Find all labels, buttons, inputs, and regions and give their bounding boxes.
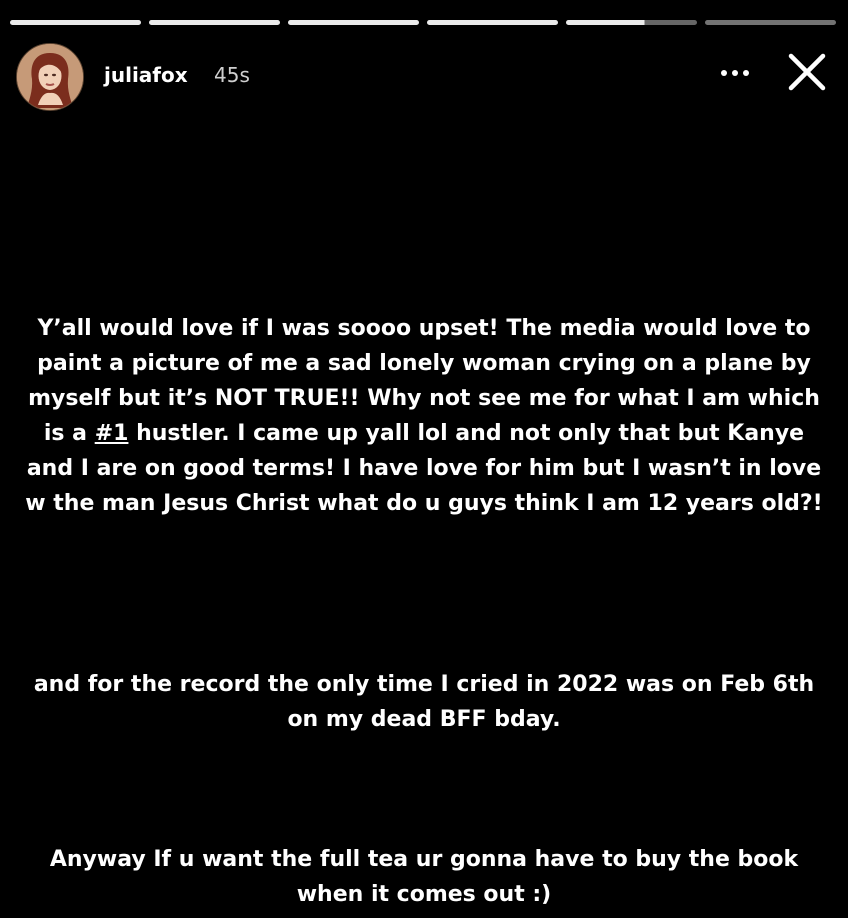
story-caption-paragraph: Anyway If u want the full tea ur gonna h… [49, 847, 799, 907]
progress-segment [705, 20, 836, 25]
progress-segment [149, 20, 280, 25]
close-button[interactable] [784, 49, 830, 95]
progress-segment [288, 20, 419, 25]
profile-avatar[interactable] [16, 43, 84, 111]
story-caption-paragraph: and for the record the only time I cried… [33, 672, 815, 732]
hashtag-link[interactable]: #1 [95, 421, 129, 446]
more-options-icon [721, 70, 749, 76]
story-timestamp: 45s [214, 63, 250, 87]
avatar-image [17, 44, 83, 110]
close-icon [788, 53, 826, 91]
story-header: juliafox 45s [16, 40, 832, 116]
more-options-button[interactable] [718, 58, 752, 88]
progress-segment [427, 20, 558, 25]
story-caption-paragraph: Y’all would love if I was soooo upset! T… [20, 311, 828, 521]
story-progress-bar [10, 20, 836, 25]
progress-segment-active [566, 20, 697, 25]
story-username[interactable]: juliafox [104, 63, 188, 87]
story-text-part: hustler. I came up yall lol and not only… [25, 421, 823, 516]
progress-segment [10, 20, 141, 25]
